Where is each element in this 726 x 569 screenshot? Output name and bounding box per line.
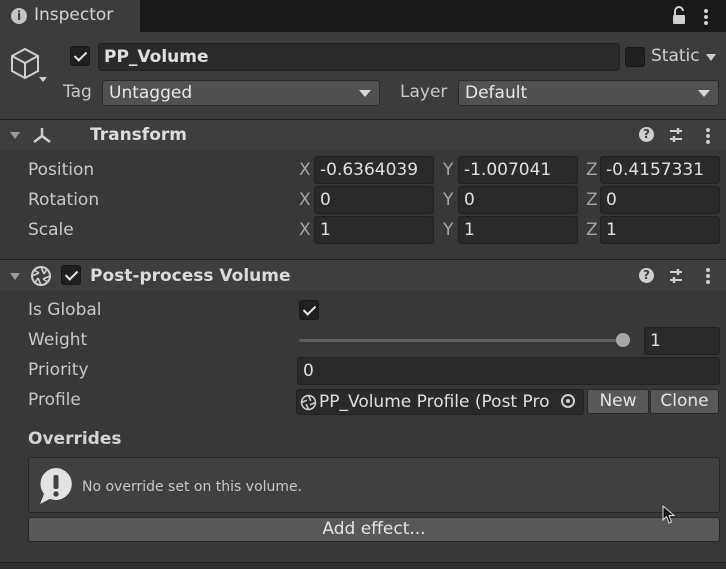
ppvolume-icon bbox=[30, 265, 52, 287]
weight-value: 1 bbox=[650, 331, 661, 351]
static-label[interactable]: Static bbox=[651, 48, 700, 65]
is-global-label: Is Global bbox=[28, 300, 102, 320]
preset-icon[interactable] bbox=[668, 126, 684, 144]
foldout-arrow-icon[interactable] bbox=[10, 132, 20, 139]
warning-icon bbox=[36, 466, 76, 506]
bottom-divider bbox=[0, 562, 726, 569]
rotation-y-axis[interactable]: Y bbox=[443, 192, 453, 209]
ppvolume-enabled-checkbox[interactable] bbox=[61, 265, 81, 285]
tag-value: Untagged bbox=[109, 83, 193, 103]
position-label: Position bbox=[28, 160, 95, 180]
scale-y-axis[interactable]: Y bbox=[443, 222, 453, 239]
position-y-value: -1.007041 bbox=[464, 160, 552, 180]
priority-label: Priority bbox=[28, 360, 89, 380]
inspector-tab-title: Inspector bbox=[34, 5, 114, 25]
profile-value: PP_Volume Profile (Post Pro bbox=[319, 392, 550, 412]
profile-asset-icon bbox=[300, 394, 317, 411]
weight-label: Weight bbox=[28, 330, 88, 350]
scale-y-field[interactable]: 1 bbox=[458, 216, 578, 244]
priority-value: 0 bbox=[303, 361, 314, 381]
component-menu-icon[interactable] bbox=[705, 127, 711, 145]
scale-z-value: 1 bbox=[606, 220, 617, 240]
layer-label: Layer bbox=[400, 82, 448, 102]
gameobject-active-checkbox[interactable] bbox=[70, 46, 90, 66]
rotation-x-value: 0 bbox=[320, 190, 331, 210]
tab-menu-icon[interactable] bbox=[703, 8, 709, 26]
chevron-down-icon bbox=[698, 90, 710, 97]
weight-slider-thumb[interactable] bbox=[616, 333, 630, 347]
gameobject-name: PP_Volume bbox=[104, 47, 209, 67]
scale-z-axis[interactable]: Z bbox=[586, 222, 598, 239]
position-z-field[interactable]: -0.4157331 bbox=[600, 156, 720, 184]
mouse-cursor-icon bbox=[662, 504, 676, 525]
rotation-z-field[interactable]: 0 bbox=[600, 186, 720, 214]
layer-dropdown[interactable]: Default bbox=[458, 80, 719, 106]
scale-label: Scale bbox=[28, 220, 74, 240]
priority-field[interactable]: 0 bbox=[297, 357, 720, 385]
tag-dropdown[interactable]: Untagged bbox=[102, 80, 380, 106]
position-z-value: -0.4157331 bbox=[606, 160, 705, 180]
component-menu-icon[interactable] bbox=[705, 267, 711, 285]
preset-icon[interactable] bbox=[668, 267, 684, 285]
layer-value: Default bbox=[465, 83, 528, 103]
add-effect-button[interactable]: Add effect... bbox=[28, 517, 720, 542]
position-x-value: -0.6364039 bbox=[320, 160, 419, 180]
scale-y-value: 1 bbox=[464, 220, 475, 240]
rotation-z-axis[interactable]: Z bbox=[586, 192, 598, 209]
ppvolume-header[interactable]: Post-process Volume ? bbox=[0, 259, 726, 291]
transform-title: Transform bbox=[90, 125, 187, 145]
position-x-axis[interactable]: X bbox=[299, 162, 311, 179]
scale-x-value: 1 bbox=[320, 220, 331, 240]
lock-icon[interactable] bbox=[672, 6, 686, 26]
ppvolume-title: Post-process Volume bbox=[90, 266, 291, 286]
chevron-down-icon bbox=[359, 90, 371, 97]
static-dropdown-icon[interactable] bbox=[706, 54, 716, 61]
static-checkbox[interactable] bbox=[625, 47, 645, 67]
foldout-arrow-icon[interactable] bbox=[10, 273, 20, 280]
weight-field[interactable]: 1 bbox=[644, 327, 720, 355]
transform-icon bbox=[31, 126, 53, 146]
scale-x-axis[interactable]: X bbox=[299, 222, 311, 239]
rotation-x-field[interactable]: 0 bbox=[314, 186, 434, 214]
position-z-axis[interactable]: Z bbox=[586, 162, 598, 179]
gameobject-name-field[interactable]: PP_Volume bbox=[98, 43, 620, 71]
overrides-label: Overrides bbox=[28, 429, 122, 449]
position-x-field[interactable]: -0.6364039 bbox=[314, 156, 434, 184]
rotation-y-value: 0 bbox=[464, 190, 475, 210]
is-global-checkbox[interactable] bbox=[299, 300, 319, 320]
no-override-helpbox: No override set on this volume. bbox=[28, 457, 720, 513]
tag-label: Tag bbox=[63, 82, 92, 102]
inspector-tab[interactable]: i Inspector bbox=[0, 0, 140, 32]
clone-profile-button[interactable]: Clone bbox=[650, 389, 719, 414]
rotation-z-value: 0 bbox=[606, 190, 617, 210]
transform-header[interactable]: Transform ? bbox=[0, 119, 726, 150]
position-y-axis[interactable]: Y bbox=[443, 162, 453, 179]
no-override-text: No override set on this volume. bbox=[82, 479, 303, 495]
info-icon: i bbox=[11, 8, 27, 24]
rotation-label: Rotation bbox=[28, 190, 100, 210]
help-icon[interactable]: ? bbox=[639, 127, 654, 142]
rotation-y-field[interactable]: 0 bbox=[458, 186, 578, 214]
object-picker-icon[interactable] bbox=[561, 394, 575, 408]
gameobject-cube-icon[interactable] bbox=[8, 44, 48, 88]
position-y-field[interactable]: -1.007041 bbox=[458, 156, 578, 184]
rotation-x-axis[interactable]: X bbox=[299, 192, 311, 209]
scale-z-field[interactable]: 1 bbox=[600, 216, 720, 244]
help-icon[interactable]: ? bbox=[639, 268, 654, 283]
weight-slider-track[interactable] bbox=[299, 339, 630, 342]
scale-x-field[interactable]: 1 bbox=[314, 216, 434, 244]
new-profile-button[interactable]: New bbox=[587, 389, 649, 414]
profile-object-field[interactable]: PP_Volume Profile (Post Pro bbox=[296, 389, 584, 415]
profile-label: Profile bbox=[28, 390, 81, 410]
